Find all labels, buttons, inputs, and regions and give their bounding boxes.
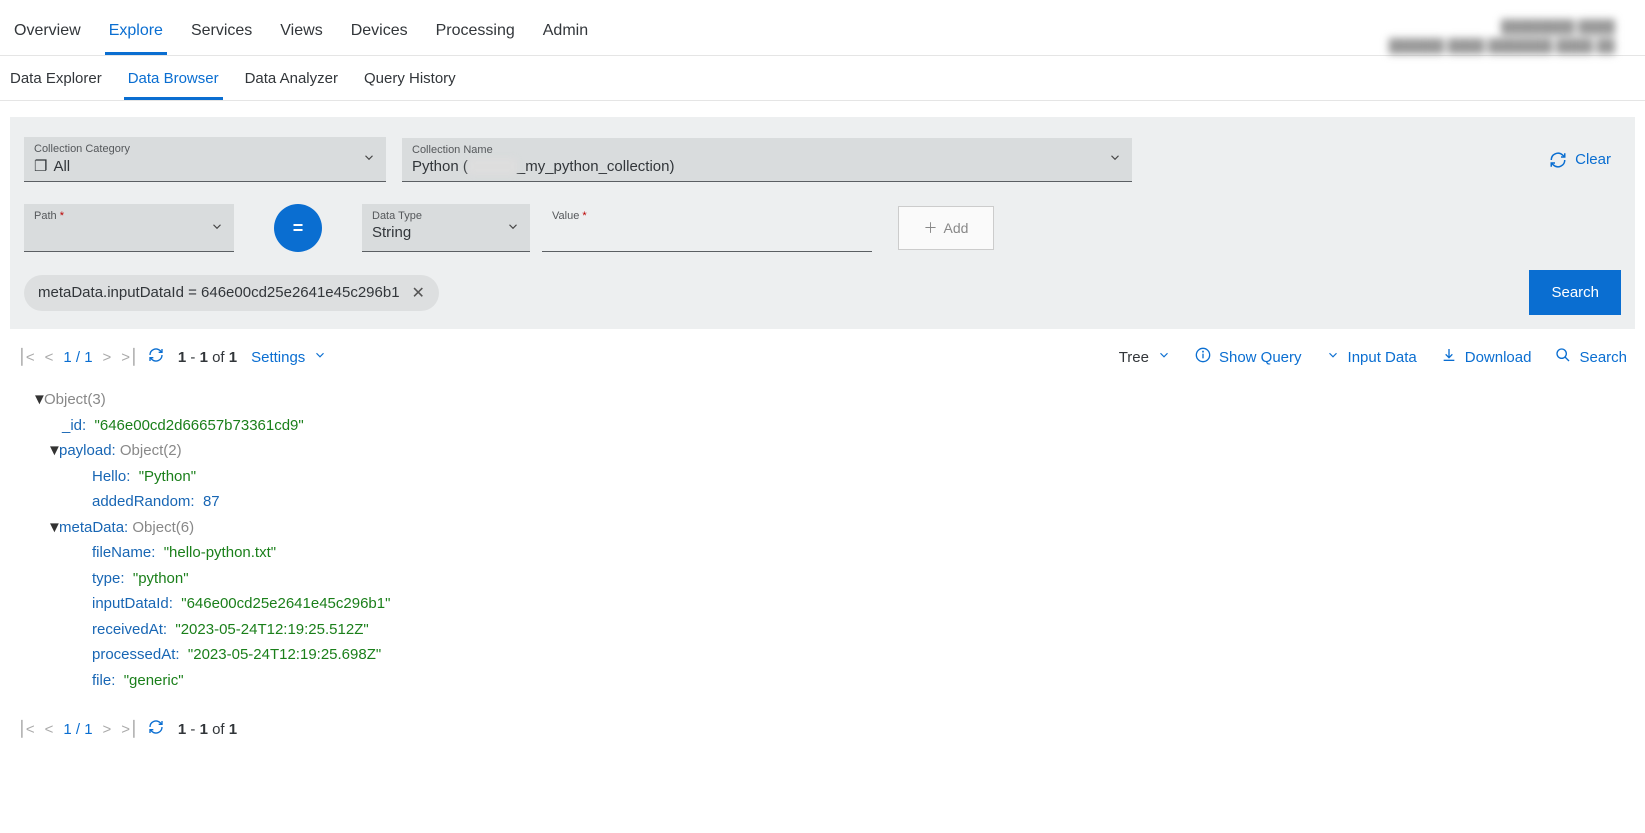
first-page-icon[interactable]: ⎮< <box>18 720 35 738</box>
subtab-data-analyzer[interactable]: Data Analyzer <box>241 56 342 100</box>
collection-category-value: ❐All <box>34 155 376 175</box>
filter-chip[interactable]: metaData.inputDataId = 646e00cd25e2641e4… <box>24 275 439 311</box>
tab-explore[interactable]: Explore <box>105 16 167 55</box>
path-value <box>34 222 224 224</box>
refresh-icon[interactable] <box>148 719 164 739</box>
collection-name-select[interactable]: Collection Name Python (xxxxxx_my_python… <box>402 138 1132 182</box>
subtab-data-explorer[interactable]: Data Explorer <box>6 56 106 100</box>
tab-admin[interactable]: Admin <box>539 16 592 55</box>
collection-name-value: Python (xxxxxx_my_python_collection) <box>412 156 1122 175</box>
caret-down-icon[interactable]: ▼ <box>47 438 59 464</box>
data-type-label: Data Type <box>372 210 520 222</box>
refresh-icon <box>1549 151 1567 169</box>
plus-icon: ＋ <box>924 218 938 238</box>
tab-processing[interactable]: Processing <box>432 16 519 55</box>
chevron-down-icon <box>1108 151 1122 168</box>
tab-services[interactable]: Services <box>187 16 256 55</box>
search-icon <box>1555 347 1571 367</box>
info-icon <box>1195 347 1211 367</box>
chevron-down-icon <box>506 219 520 236</box>
chevron-down-icon <box>1326 348 1340 366</box>
clear-button[interactable]: Clear <box>1549 151 1621 169</box>
close-icon[interactable]: ✕ <box>412 283 425 303</box>
user-area: ████████ ████ ██████ ████ ███████ ████ █… <box>1389 19 1635 53</box>
sub-nav: Data Explorer Data Browser Data Analyzer… <box>0 56 1645 101</box>
next-page-icon[interactable]: > <box>103 721 112 738</box>
tab-overview[interactable]: Overview <box>10 16 85 55</box>
collection-category-label: Collection Category <box>34 143 376 155</box>
last-page-icon[interactable]: >⎮ <box>121 720 138 738</box>
tab-views[interactable]: Views <box>276 16 326 55</box>
prev-page-icon[interactable]: < <box>45 349 54 366</box>
page-indicator: 1 / 1 <box>63 349 92 366</box>
operator-button[interactable]: = <box>274 204 322 252</box>
subtab-data-browser[interactable]: Data Browser <box>124 56 223 100</box>
subtab-query-history[interactable]: Query History <box>360 56 460 100</box>
range-indicator-bottom: 1 - 1 of 1 <box>178 721 237 738</box>
input-data-button[interactable]: Input Data <box>1326 348 1417 366</box>
next-page-icon[interactable]: > <box>103 349 112 366</box>
search-tool-button[interactable]: Search <box>1555 347 1627 367</box>
top-nav-tabs: Overview Explore Services Views Devices … <box>10 16 592 55</box>
data-type-value: String <box>372 222 520 241</box>
chevron-down-icon <box>313 348 327 366</box>
results-toolbar-bottom: ⎮< < 1 / 1 > >⎮ 1 - 1 of 1 <box>0 701 1645 745</box>
pager-bottom: ⎮< < 1 / 1 > >⎮ <box>18 719 164 739</box>
collection-name-label: Collection Name <box>412 144 1122 156</box>
download-icon <box>1441 347 1457 367</box>
view-mode-select[interactable]: Tree <box>1119 348 1171 366</box>
chevron-down-icon <box>210 219 224 236</box>
refresh-icon[interactable] <box>148 347 164 367</box>
pager: ⎮< < 1 / 1 > >⎮ <box>18 347 164 367</box>
chevron-down-icon <box>1157 348 1171 366</box>
query-panel: Collection Category ❐All Collection Name… <box>10 117 1635 329</box>
last-page-icon[interactable]: >⎮ <box>121 348 138 366</box>
caret-down-icon[interactable]: ▼ <box>47 515 59 541</box>
search-button[interactable]: Search <box>1529 270 1621 315</box>
show-query-button[interactable]: Show Query <box>1195 347 1302 367</box>
collection-category-select[interactable]: Collection Category ❐All <box>24 137 386 182</box>
value-input[interactable]: Value * <box>542 204 872 252</box>
first-page-icon[interactable]: ⎮< <box>18 348 35 366</box>
add-button[interactable]: ＋ Add <box>898 206 994 250</box>
download-button[interactable]: Download <box>1441 347 1532 367</box>
prev-page-icon[interactable]: < <box>45 721 54 738</box>
path-select[interactable]: Path * <box>24 204 234 252</box>
results-toolbar-top: ⎮< < 1 / 1 > >⎮ 1 - 1 of 1 Settings Tree… <box>0 329 1645 373</box>
data-type-select[interactable]: Data Type String <box>362 204 530 252</box>
top-nav: Overview Explore Services Views Devices … <box>0 0 1645 56</box>
sub-nav-tabs: Data Explorer Data Browser Data Analyzer… <box>6 56 1639 100</box>
page-indicator: 1 / 1 <box>63 721 92 738</box>
chevron-down-icon <box>362 151 376 168</box>
filter-chip-text: metaData.inputDataId = 646e00cd25e2641e4… <box>38 284 400 301</box>
result-tree: ▼Object(3) _id: "646e00cd2d66657b73361cd… <box>0 373 1645 701</box>
tab-devices[interactable]: Devices <box>347 16 412 55</box>
path-label: Path * <box>34 210 224 222</box>
settings-button[interactable]: Settings <box>251 348 327 366</box>
caret-down-icon[interactable]: ▼ <box>32 387 44 413</box>
range-indicator: 1 - 1 of 1 <box>178 349 237 366</box>
value-value <box>552 222 862 224</box>
value-label: Value * <box>552 210 862 222</box>
